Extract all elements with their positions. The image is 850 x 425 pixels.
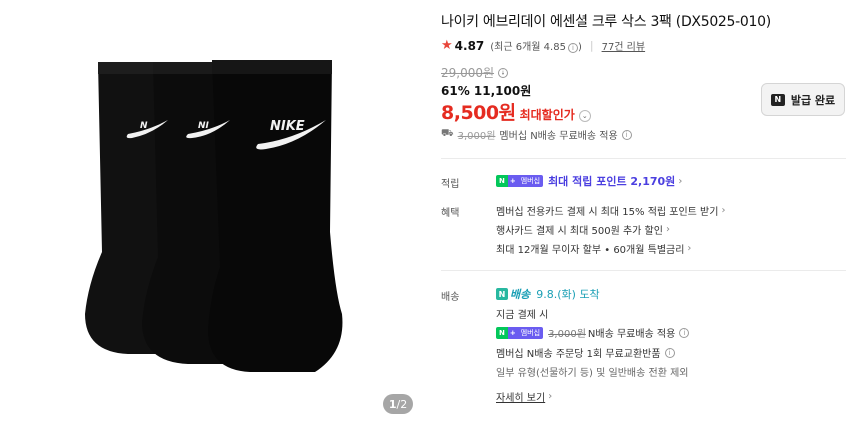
final-price-label: 최대할인가 xyxy=(519,108,575,122)
chevron-right-icon: › xyxy=(665,224,670,235)
rating-recent: (최근 6개월 4.85 i) xyxy=(490,42,582,53)
chevron-right-icon: › xyxy=(687,243,692,254)
discount-rate: 61% xyxy=(441,84,470,98)
delivery-date: 9.8.(화) 도착 xyxy=(536,288,600,301)
naver-n-icon: N xyxy=(770,93,785,106)
shipping-fee-text: 멤버십 N배송 무료배송 적용 xyxy=(499,131,618,142)
delivery-exception: 일부 유형(선물하기 등) 및 일반배송 전환 제외 xyxy=(496,368,689,379)
points-row[interactable]: N + 멤버십 최대 적립 포인트 2,170원 › xyxy=(496,173,682,189)
rating-row: ★ 4.87 (최근 6개월 4.85 i) | 77건 리뷰 xyxy=(441,38,646,53)
delivery-label: 배송 xyxy=(441,292,460,303)
shipping-fee-row: ⛟ 3,000원 멤버십 N배송 무료배송 적용 i xyxy=(441,127,632,142)
product-image-gallery[interactable]: N NI NIKE 1 / 2 xyxy=(0,0,430,425)
delivery-date-row: N 배송 9.8.(화) 도착 xyxy=(496,286,600,302)
info-icon[interactable]: i xyxy=(498,67,509,78)
discounted-price: 11,100원 xyxy=(473,84,532,98)
svg-text:NI: NI xyxy=(198,121,210,131)
pager-total: 2 xyxy=(400,397,408,411)
info-icon[interactable]: i xyxy=(567,43,578,53)
shipping-fee-original: 3,000원 xyxy=(457,131,496,142)
delivery-condition: 지금 결제 시 xyxy=(496,310,549,321)
delivery-more-link[interactable]: 자세히 보기 › xyxy=(496,389,552,404)
pager-current: 1 xyxy=(388,397,397,411)
chevron-right-icon: › xyxy=(548,391,553,402)
product-info-panel: 나이키 에브리데이 에센셜 크루 삭스 3팩 (DX5025-010) ★ 4.… xyxy=(441,0,846,425)
rating-score: 4.87 xyxy=(454,38,485,53)
delivery-fee-text: N배송 무료배송 적용 xyxy=(587,329,676,340)
svg-text:N: N xyxy=(140,121,148,131)
truck-icon: ⛟ xyxy=(441,128,454,139)
points-label: 적립 xyxy=(441,179,460,190)
product-title: 나이키 에브리데이 에센셜 크루 삭스 3팩 (DX5025-010) xyxy=(441,14,771,30)
final-price-row[interactable]: 8,500원 최대할인가 ⌄ xyxy=(441,98,591,125)
info-icon[interactable]: i xyxy=(621,129,632,140)
membership-badge: N + 멤버십 xyxy=(496,175,544,187)
delivery-fee-original: 3,000원 xyxy=(548,329,586,340)
points-text: 최대 적립 포인트 2,170원 xyxy=(548,175,676,188)
divider xyxy=(441,158,846,159)
benefit-item-3[interactable]: 최대 12개월 무이자 할부 • 60개월 특별금리 › xyxy=(496,241,691,256)
n-delivery-badge: N 배송 xyxy=(496,286,530,302)
original-price: 29,000원 i xyxy=(441,64,509,81)
chevron-right-icon: › xyxy=(678,175,683,187)
benefit-label: 혜택 xyxy=(441,208,460,219)
info-icon[interactable]: i xyxy=(664,347,675,358)
discount-row: 61% 11,100원 xyxy=(441,82,531,99)
svg-text:NIKE: NIKE xyxy=(270,119,305,134)
coupon-button-label: 발급 완료 xyxy=(790,93,836,107)
chevron-right-icon: › xyxy=(721,205,726,216)
coupon-button[interactable]: N 발급 완료 xyxy=(761,83,845,116)
delivery-fee-row: N + 멤버십 3,000원 N배송 무료배송 적용 i xyxy=(496,325,690,340)
benefit-item-1[interactable]: 멤버십 전용카드 결제 시 최대 15% 적립 포인트 받기 › xyxy=(496,203,725,218)
star-icon: ★ xyxy=(441,38,453,53)
divider xyxy=(441,270,846,271)
benefit-item-2[interactable]: 행사카드 결제 시 최대 500원 추가 할인 › xyxy=(496,222,670,237)
reviews-link[interactable]: 77건 리뷰 xyxy=(602,38,646,53)
image-pager[interactable]: 1 / 2 xyxy=(383,394,413,414)
chevron-down-icon[interactable]: ⌄ xyxy=(578,110,591,122)
info-icon[interactable]: i xyxy=(679,327,690,338)
final-price: 8,500원 xyxy=(441,102,516,124)
product-image[interactable]: N NI NIKE xyxy=(80,52,370,382)
return-row: 멤버십 N배송 주문당 1회 무료교환반품 i xyxy=(496,345,675,360)
membership-badge: N + 멤버십 xyxy=(496,326,544,339)
